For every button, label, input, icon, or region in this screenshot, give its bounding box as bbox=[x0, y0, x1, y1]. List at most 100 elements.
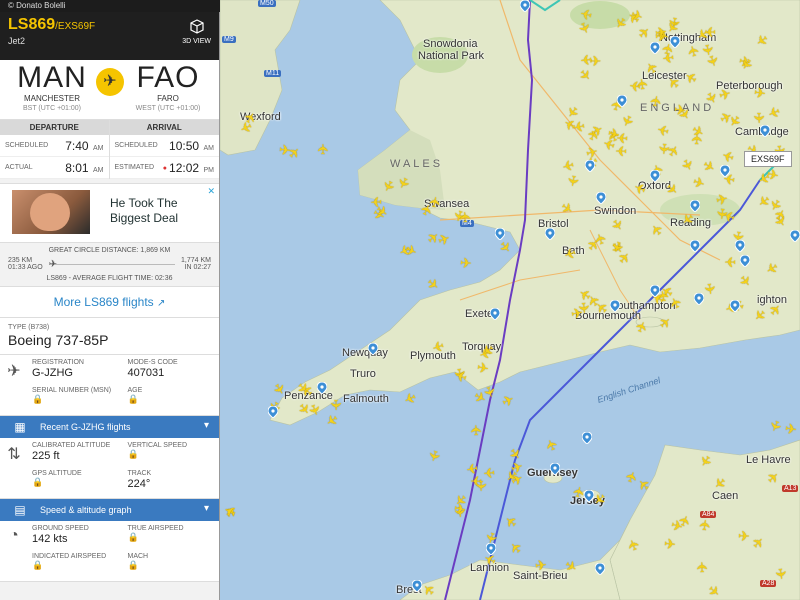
airport-pin-icon[interactable] bbox=[730, 300, 740, 312]
airport-pin-icon[interactable] bbox=[545, 228, 555, 240]
airport-pin-icon[interactable] bbox=[740, 255, 750, 267]
origin-airport[interactable]: MAN MANCHESTER BST (UTC +01:00) bbox=[4, 62, 100, 113]
airport-pin-icon[interactable] bbox=[368, 343, 378, 355]
airport-pin-icon[interactable] bbox=[582, 432, 592, 444]
more-flights-link[interactable]: More LS869 flights ↗ bbox=[0, 287, 219, 318]
recent-flights-bar[interactable]: ▦ Recent G-JZHG flights ▾ bbox=[0, 416, 219, 438]
airport-pin-icon[interactable] bbox=[596, 192, 606, 204]
map-label-swindon: Swindon bbox=[594, 205, 637, 217]
map-label-wales: WALES bbox=[390, 158, 444, 170]
speed-graph-bar[interactable]: ▤ Speed & altitude graph ▾ bbox=[0, 499, 219, 521]
advertisement[interactable]: He Took The Biggest Deal ✕ bbox=[0, 183, 219, 243]
ground-speed-label: GROUND SPEED bbox=[32, 525, 89, 532]
airport-pin-icon[interactable] bbox=[412, 580, 422, 592]
distance-flown: 235 KM bbox=[8, 257, 33, 264]
aircraft-marker[interactable]: ✈ bbox=[654, 23, 670, 41]
selected-flight-tag[interactable]: EXS69F bbox=[744, 151, 792, 167]
aircraft-marker[interactable]: ✈ bbox=[278, 141, 293, 158]
ground-speed-value: 142 kts bbox=[32, 533, 68, 545]
aircraft-marker[interactable]: ✈ bbox=[607, 125, 623, 143]
airport-pin-icon[interactable] bbox=[585, 160, 595, 172]
destination-airport[interactable]: FAO FARO WEST (UTC +01:00) bbox=[120, 62, 216, 113]
airport-pin-icon[interactable] bbox=[650, 170, 660, 182]
aircraft-marker[interactable]: ✈ bbox=[565, 174, 583, 190]
aircraft-marker[interactable]: ✈ bbox=[328, 399, 344, 413]
airport-pin-icon[interactable] bbox=[486, 543, 496, 555]
airport-pin-icon[interactable] bbox=[584, 490, 594, 502]
aircraft-marker[interactable]: ✈ bbox=[673, 101, 689, 118]
aircraft-marker[interactable]: ✈ bbox=[659, 49, 675, 66]
arrival-scheduled-time: 10:50 bbox=[169, 138, 200, 153]
vertical-speed-label: VERTICAL SPEED bbox=[127, 442, 188, 449]
distance-panel: GREAT CIRCLE DISTANCE: 1,869 KM 235 KM 0… bbox=[0, 243, 219, 287]
lock-icon[interactable]: 🔒 bbox=[32, 560, 120, 571]
aircraft-marker[interactable]: ✈ bbox=[784, 420, 800, 437]
arrival-header: ARRIVAL bbox=[109, 120, 219, 135]
road-badge-a13: A13 bbox=[782, 485, 799, 492]
aircraft-marker[interactable]: ✈ bbox=[576, 5, 593, 23]
flight-callsign: LS869/EXS69F bbox=[8, 16, 211, 34]
airport-pin-icon[interactable] bbox=[595, 563, 605, 575]
airport-pin-icon[interactable] bbox=[650, 42, 660, 54]
aircraft-marker[interactable]: ✈ bbox=[426, 193, 444, 210]
lock-icon[interactable]: 🔒 bbox=[128, 449, 216, 460]
airport-pin-icon[interactable] bbox=[670, 36, 680, 48]
airport-pin-icon[interactable] bbox=[520, 0, 530, 12]
mode-s-value: 407031 bbox=[127, 367, 165, 379]
aircraft-marker[interactable]: ✈ bbox=[453, 500, 469, 518]
aircraft-marker[interactable]: ✈ bbox=[696, 516, 713, 532]
aircraft-marker[interactable]: ✈ bbox=[663, 535, 678, 552]
airport-pin-icon[interactable] bbox=[650, 285, 660, 297]
aircraft-marker[interactable]: ✈ bbox=[656, 143, 673, 158]
distance-remaining-in: IN 02:27 bbox=[184, 264, 211, 271]
lock-icon[interactable]: 🔒 bbox=[128, 532, 216, 543]
aircraft-marker[interactable]: ✈ bbox=[626, 78, 642, 95]
airport-pin-icon[interactable] bbox=[694, 293, 704, 305]
departure-actual-row: ACTUAL 8:01 AM bbox=[0, 157, 109, 179]
airport-pin-icon[interactable] bbox=[790, 230, 800, 242]
lock-icon[interactable]: 🔒 bbox=[32, 394, 120, 405]
airport-pin-icon[interactable] bbox=[690, 240, 700, 252]
alt-callsign: /EXS69F bbox=[55, 21, 96, 32]
airport-pin-icon[interactable] bbox=[610, 300, 620, 312]
airport-pin-icon[interactable] bbox=[735, 240, 745, 252]
aircraft-type-label: TYPE bbox=[8, 324, 27, 331]
aircraft-marker[interactable]: ✈ bbox=[693, 558, 709, 573]
aircraft-marker[interactable]: ✈ bbox=[738, 527, 752, 543]
airport-pin-icon[interactable] bbox=[317, 382, 327, 394]
aircraft-marker[interactable]: ✈ bbox=[468, 422, 484, 436]
lock-icon[interactable]: 🔒 bbox=[128, 394, 216, 405]
map-label-snowdonia: Snowdonia bbox=[423, 38, 478, 50]
aircraft-marker[interactable]: ✈ bbox=[457, 208, 474, 223]
aircraft-marker[interactable]: ✈ bbox=[473, 480, 489, 494]
airport-pin-icon[interactable] bbox=[550, 463, 560, 475]
airport-pin-icon[interactable] bbox=[490, 308, 500, 320]
aircraft-marker[interactable]: ✈ bbox=[722, 254, 736, 270]
aircraft-marker[interactable]: ✈ bbox=[612, 143, 627, 159]
lock-icon[interactable]: 🔒 bbox=[128, 560, 216, 571]
aircraft-marker[interactable]: ✈ bbox=[534, 556, 549, 573]
aircraft-marker[interactable]: ✈ bbox=[701, 282, 718, 299]
airport-pin-icon[interactable] bbox=[495, 228, 505, 240]
lock-icon[interactable]: 🔒 bbox=[32, 477, 120, 488]
gps-altitude-label: GPS ALTITUDE bbox=[32, 470, 82, 477]
airport-pin-icon[interactable] bbox=[617, 95, 627, 107]
aircraft-marker[interactable]: ✈ bbox=[647, 92, 665, 109]
aircraft-marker[interactable]: ✈ bbox=[481, 464, 496, 481]
aircraft-marker[interactable]: ✈ bbox=[713, 208, 730, 223]
airport-pin-icon[interactable] bbox=[690, 200, 700, 212]
airport-pin-icon[interactable] bbox=[720, 165, 730, 177]
average-flight-time: LS869 - AVERAGE FLIGHT TIME: 02:36 bbox=[46, 275, 173, 282]
airport-pin-icon[interactable] bbox=[760, 125, 770, 137]
airport-pin-icon[interactable] bbox=[268, 406, 278, 418]
aircraft-marker[interactable]: ✈ bbox=[459, 255, 474, 272]
aircraft-marker[interactable]: ✈ bbox=[772, 567, 789, 583]
aircraft-marker[interactable]: ✈ bbox=[315, 141, 331, 155]
aircraft-marker[interactable]: ✈ bbox=[570, 118, 587, 136]
3d-view-button[interactable]: 3D VIEW bbox=[182, 18, 211, 45]
age-label: AGE bbox=[127, 387, 143, 394]
ad-close-icon[interactable]: ✕ bbox=[207, 186, 215, 197]
arrival-scheduled-row: SCHEDULED 10:50 AM bbox=[109, 135, 219, 157]
aircraft-marker[interactable]: ✈ bbox=[476, 359, 492, 377]
aircraft-marker[interactable]: ✈ bbox=[753, 84, 769, 101]
